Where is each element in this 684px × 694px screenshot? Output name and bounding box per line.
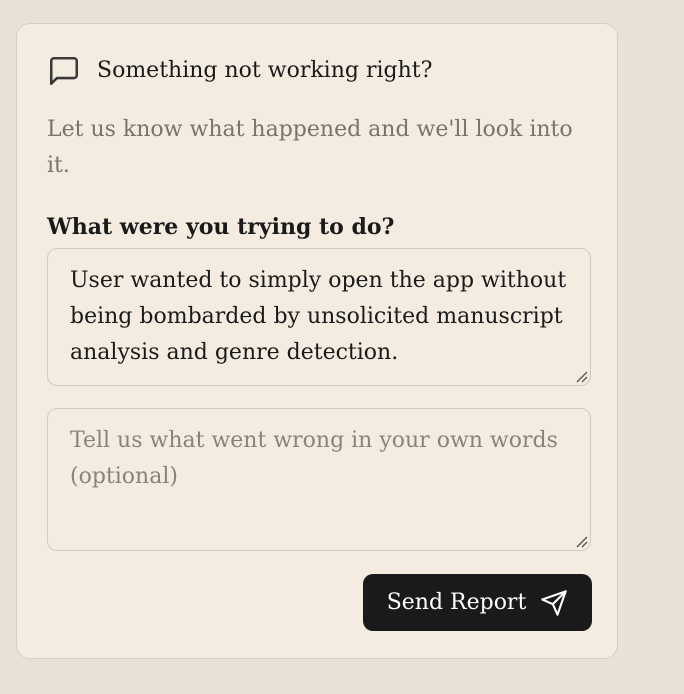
card-header: Something not working right? [47, 54, 432, 88]
question-label: What were you trying to do? [47, 214, 395, 240]
task-textarea[interactable]: User wanted to simply open the app witho… [47, 248, 591, 386]
resize-handle-icon[interactable] [574, 534, 588, 548]
task-textarea-value: User wanted to simply open the app witho… [70, 268, 567, 365]
details-textarea[interactable]: Tell us what went wrong in your own word… [47, 408, 591, 551]
send-report-label: Send Report [386, 589, 527, 615]
send-icon [540, 589, 568, 617]
message-square-icon [47, 54, 81, 88]
send-report-button[interactable]: Send Report [363, 574, 592, 631]
card-title: Something not working right? [97, 58, 433, 83]
card-subtitle: Let us know what happened and we'll look… [47, 117, 573, 178]
feedback-card: Something not working right? Let us know… [16, 23, 618, 659]
details-textarea-placeholder: Tell us what went wrong in your own word… [70, 428, 558, 489]
resize-handle-icon[interactable] [574, 369, 588, 383]
